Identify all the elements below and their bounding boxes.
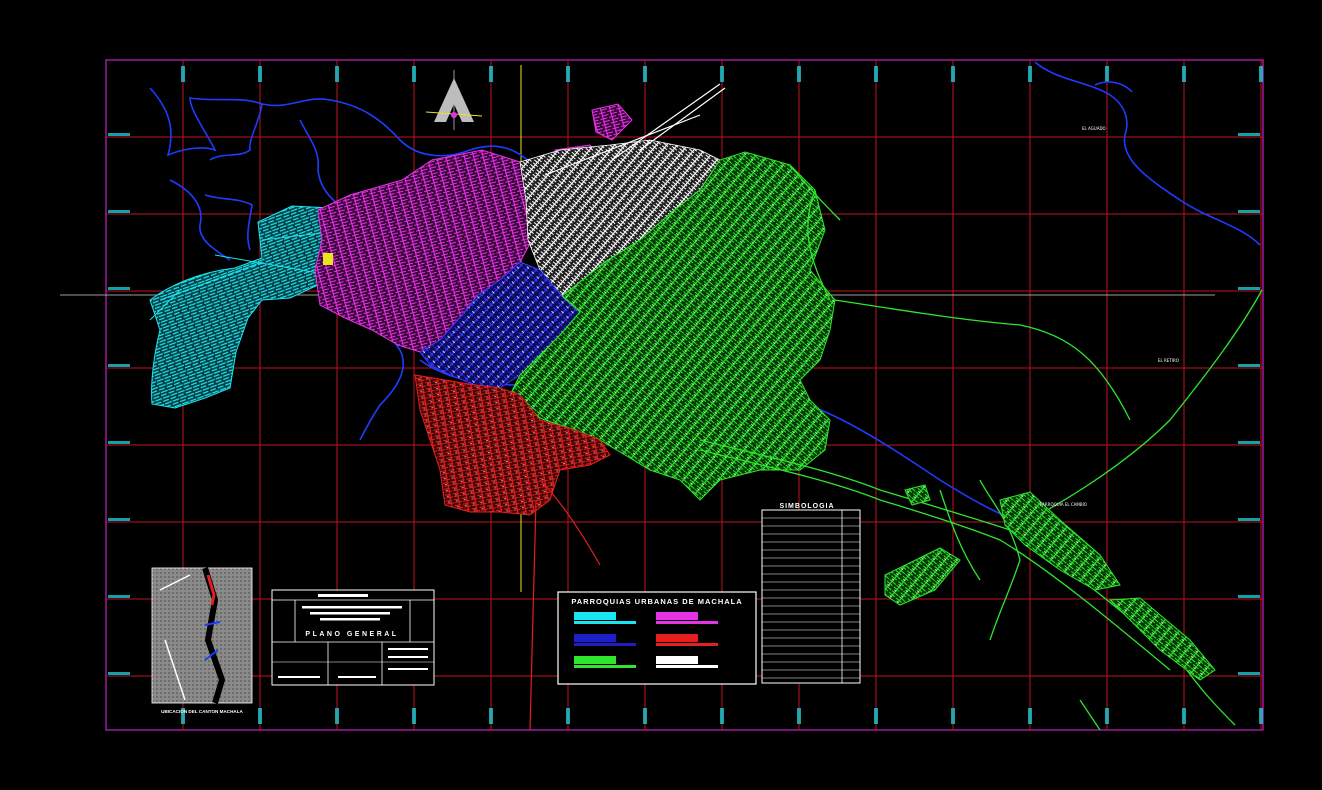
city-plan-map: PARROQUIA EL CAMBIO EL RETIRO EL AGUADO …: [60, 59, 1264, 731]
grid-tick-label-top: [181, 66, 185, 82]
grid-tick-label-top: [797, 66, 801, 82]
legend-swatch-caption: [574, 665, 636, 668]
legend-swatch-caption: [574, 643, 636, 646]
grid-tick-label-right: [1238, 287, 1260, 290]
legend-swatch-caption: [656, 643, 718, 646]
legend-swatch-caption: [656, 665, 718, 668]
outlying-settlement-south: [884, 547, 961, 606]
parish-cyan-area: [149, 205, 336, 409]
grid-tick-label-right: [1238, 595, 1260, 598]
legend-swatch: [574, 634, 616, 642]
legend-swatch: [574, 656, 616, 664]
symbology-table: SIMBOLOGIA: [761, 503, 861, 684]
grid-tick-label-bottom: [1182, 708, 1186, 724]
grid-tick-label-top: [720, 66, 724, 82]
grid-tick-label-right: [1238, 210, 1260, 213]
legend-swatch-caption: [574, 621, 636, 624]
grid-tick-label-left: [108, 287, 130, 290]
grid-tick-label-right: [1238, 518, 1260, 521]
outlying-settlement-east-strip: [1108, 597, 1216, 681]
grid-tick-label-bottom: [643, 708, 647, 724]
grid-tick-label-left: [108, 210, 130, 213]
central-plaza: [323, 253, 333, 265]
parish-magenta-north-lobe: [591, 103, 633, 141]
grid-tick-label-left: [108, 518, 130, 521]
grid-tick-label-top: [1105, 66, 1109, 82]
north-arrow-icon: [425, 70, 483, 130]
parish-legend-title: PARROQUIAS URBANAS DE MACHALA: [571, 597, 742, 606]
place-label-el-retiro: EL RETIRO: [1158, 358, 1179, 363]
grid-tick-label-top: [412, 66, 416, 82]
grid-tick-label-right: [1238, 133, 1260, 136]
grid-tick-label-top: [951, 66, 955, 82]
grid-tick-label-bottom: [720, 708, 724, 724]
symbology-title: SIMBOLOGIA: [779, 503, 834, 510]
parish-legend: PARROQUIAS URBANAS DE MACHALA: [557, 591, 757, 685]
place-label-el-cambio: PARROQUIA EL CAMBIO: [1040, 502, 1087, 507]
grid-tick-label-bottom: [874, 708, 878, 724]
grid-tick-label-bottom: [797, 708, 801, 724]
title-block: PLANO GENERAL: [271, 589, 435, 686]
grid-tick-label-left: [108, 133, 130, 136]
grid-tick-label-bottom: [412, 708, 416, 724]
legend-swatch: [574, 612, 616, 620]
grid-tick-label-top: [1182, 66, 1186, 82]
grid-tick-label-bottom: [566, 708, 570, 724]
grid-tick-label-left: [108, 595, 130, 598]
outlying-settlement-mid: [904, 484, 931, 506]
grid-tick-label-right: [1238, 672, 1260, 675]
grid-tick-label-bottom: [1028, 708, 1032, 724]
grid-tick-label-left: [108, 364, 130, 367]
grid-tick-label-right: [1238, 441, 1260, 444]
plan-title: PLANO GENERAL: [305, 631, 398, 638]
grid-tick-label-left: [108, 441, 130, 444]
grid-tick-label-bottom: [951, 708, 955, 724]
grid-tick-label-top: [874, 66, 878, 82]
legend-swatch: [656, 634, 698, 642]
grid-tick-label-bottom: [489, 708, 493, 724]
location-inset: UBICACION DEL CANTON MACHALA: [151, 567, 253, 714]
legend-swatch: [656, 656, 698, 664]
location-inset-caption: UBICACION DEL CANTON MACHALA: [161, 709, 243, 714]
grid-tick-label-bottom: [335, 708, 339, 724]
grid-tick-label-top: [335, 66, 339, 82]
grid-tick-label-bottom: [1259, 708, 1263, 724]
place-label-el-aguado: EL AGUADO: [1082, 126, 1106, 131]
grid-tick-label-top: [258, 66, 262, 82]
symbology-rows: [762, 517, 860, 679]
grid-tick-label-top: [1259, 66, 1263, 82]
grid-tick-label-top: [566, 66, 570, 82]
legend-swatch-caption: [656, 621, 718, 624]
grid-tick-label-top: [1028, 66, 1032, 82]
legend-swatch: [656, 612, 698, 620]
grid-tick-label-bottom: [1105, 708, 1109, 724]
grid-tick-label-top: [643, 66, 647, 82]
grid-tick-label-right: [1238, 364, 1260, 367]
grid-tick-label-top: [489, 66, 493, 82]
grid-tick-label-left: [108, 672, 130, 675]
grid-tick-label-bottom: [258, 708, 262, 724]
